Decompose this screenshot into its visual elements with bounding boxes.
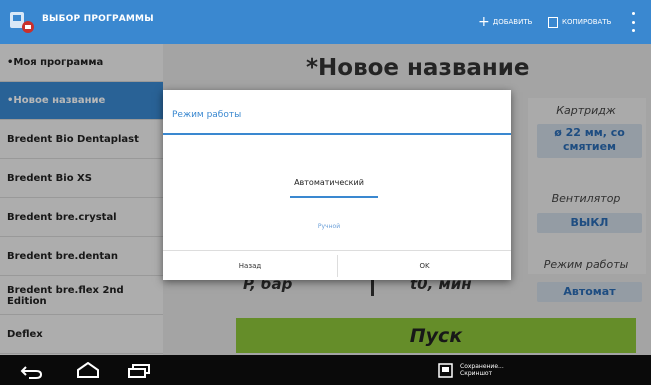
recents-icon[interactable] xyxy=(127,363,151,382)
back-icon[interactable] xyxy=(20,364,44,383)
screenshot-notification-icon[interactable] xyxy=(438,363,453,378)
app-title: ВЫБОР ПРОГРАММЫ xyxy=(42,14,154,24)
notification-text: Сохранение... Скриншот xyxy=(460,363,504,377)
overflow-menu-icon[interactable] xyxy=(628,12,638,32)
copy-icon xyxy=(548,16,558,28)
dialog-title-divider xyxy=(163,133,511,135)
notification-line2: Скриншот xyxy=(460,370,493,377)
add-label: ДОБАВИТЬ xyxy=(492,18,533,26)
cancel-button[interactable]: Назад xyxy=(163,251,337,281)
dialog-title: Режим работы xyxy=(172,110,242,120)
system-navigation-bar: Сохранение... Скриншот xyxy=(0,355,651,385)
add-program-button[interactable]: + ДОБАВИТЬ xyxy=(478,13,532,31)
selected-option-indicator xyxy=(290,196,378,198)
copy-program-button[interactable]: КОПИРОВАТЬ xyxy=(548,13,611,31)
option-manual[interactable]: Ручной xyxy=(273,223,385,230)
option-automatic[interactable]: Автоматический xyxy=(273,178,385,187)
dialog-button-bar: Назад OK xyxy=(163,250,511,280)
copy-label: КОПИРОВАТЬ xyxy=(562,18,612,26)
home-icon[interactable] xyxy=(76,361,100,382)
app-logo-icon[interactable] xyxy=(8,9,38,35)
ok-button[interactable]: OK xyxy=(338,251,511,281)
mode-dialog: Режим работы Автоматический Ручной Назад… xyxy=(163,90,511,280)
notification-line1: Сохранение... xyxy=(460,363,504,370)
action-bar: ВЫБОР ПРОГРАММЫ + ДОБАВИТЬ КОПИРОВАТЬ xyxy=(0,0,651,44)
plus-icon: + xyxy=(478,14,490,30)
